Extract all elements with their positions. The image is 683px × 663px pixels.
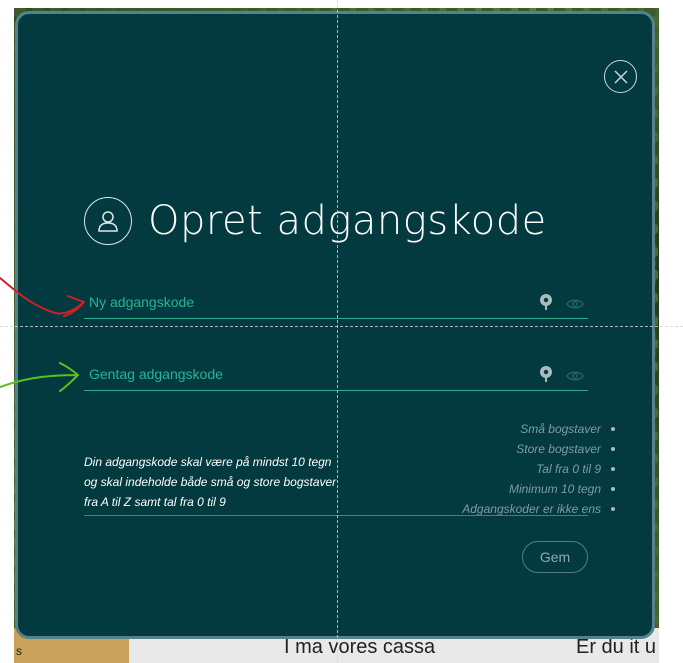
info-line: fra A til Z samt tal fra 0 til 9	[84, 495, 226, 509]
background-text: s	[16, 644, 22, 658]
key-icon[interactable]	[539, 365, 553, 383]
title-row: Opret adgangskode	[84, 197, 547, 245]
repeat-password-field	[84, 360, 588, 391]
rule-status-dot	[611, 487, 615, 491]
save-button[interactable]: Gem	[522, 541, 588, 573]
rule-status-dot	[611, 467, 615, 471]
eye-icon[interactable]	[566, 370, 584, 382]
green-arrow	[0, 362, 79, 392]
close-icon	[613, 69, 628, 84]
rule-min-length: Minimum 10 tegn	[462, 479, 615, 499]
new-password-input[interactable]	[84, 288, 529, 316]
password-rules-list: Små bogstaver Store bogstaver Tal fra 0 …	[462, 419, 615, 519]
rule-status-dot	[611, 507, 615, 511]
repeat-password-input[interactable]	[84, 360, 529, 388]
guide-line-horizontal	[0, 326, 683, 327]
page-title: Opret adgangskode	[148, 198, 547, 244]
eye-icon[interactable]	[566, 298, 584, 310]
divider	[84, 515, 588, 516]
rule-status-dot	[611, 427, 615, 431]
info-line: Din adgangskode skal være på mindst 10 t…	[84, 455, 332, 469]
rule-status-dot	[611, 447, 615, 451]
rule-uppercase: Store bogstaver	[462, 439, 615, 459]
background-text: I ma vores cassa	[284, 636, 436, 658]
rule-match: Adgangskoder er ikke ens	[462, 499, 615, 519]
red-arrow	[0, 277, 85, 317]
annotation-arrows	[0, 277, 85, 392]
close-button[interactable]	[604, 60, 637, 93]
user-icon	[84, 197, 132, 245]
rule-digits: Tal fra 0 til 9	[462, 459, 615, 479]
rule-lowercase: Små bogstaver	[462, 419, 615, 439]
background-text: Er du it u	[576, 636, 657, 658]
new-password-field	[84, 288, 588, 319]
guide-line-vertical	[337, 0, 338, 663]
password-requirements-text: Din adgangskode skal være på mindst 10 t…	[84, 452, 344, 512]
key-icon[interactable]	[539, 293, 553, 311]
info-line: og skal indeholde både små og store bogs…	[84, 475, 337, 489]
